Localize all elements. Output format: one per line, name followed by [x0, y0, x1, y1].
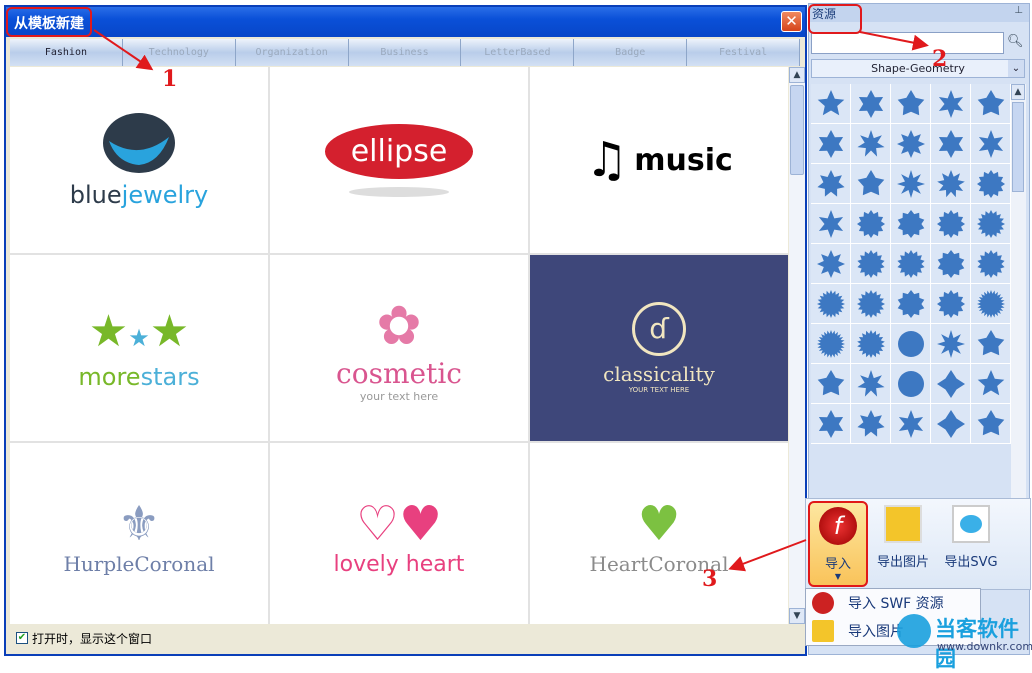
- annotation-arrow-3: [728, 539, 807, 572]
- annotation-number-1: 1: [162, 66, 178, 92]
- annotation-arrow-2: [859, 31, 929, 51]
- annotation-number-3: 3: [702, 566, 718, 592]
- annotation-arrows: [93, 29, 929, 572]
- annotation-arrow-1: [93, 29, 154, 71]
- annotation-number-2: 2: [932, 46, 948, 72]
